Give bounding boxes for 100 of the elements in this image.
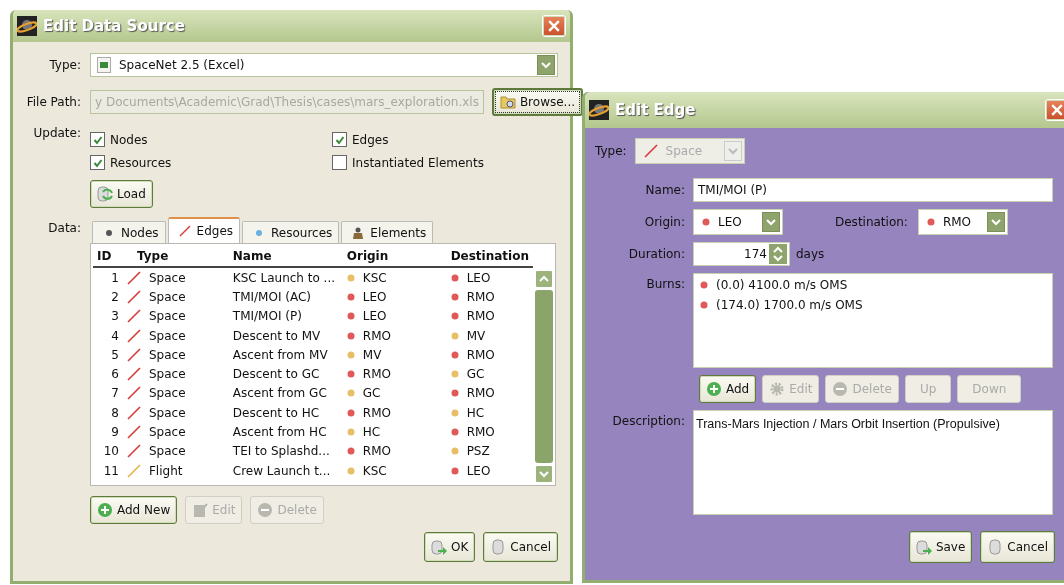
table-cell: RMO <box>362 405 391 420</box>
dialog-button[interactable]: Cancel <box>980 531 1055 563</box>
refresh-database-icon <box>97 186 113 202</box>
table-cell-text: Descent to HC <box>231 404 321 422</box>
table-cell: Space <box>148 347 186 362</box>
table-cell-text: 5 <box>110 346 120 364</box>
table-cell-text: 8 <box>110 404 120 422</box>
table-cell-text: TMI/MOI (AC) <box>231 288 312 306</box>
unit-label: days <box>796 247 825 261</box>
checkbox[interactable] <box>90 132 105 147</box>
checkbox[interactable] <box>332 132 347 147</box>
table-cell: KSC <box>362 463 387 478</box>
table-cell-text: Descent to GC <box>231 366 321 384</box>
table-cell: GC <box>466 367 485 382</box>
field-label: Origin: <box>643 215 685 229</box>
table-cell: RMO <box>466 425 495 439</box>
table-cell: LEO <box>466 463 491 478</box>
origin-dropdown[interactable]: LEO <box>693 209 783 235</box>
checkbox-label: Instantiated Elements <box>352 155 484 170</box>
field-label: Type: <box>595 144 627 158</box>
node-dot-icon <box>926 218 935 226</box>
list-item[interactable]: (0.0) 4100.0 m/s OMS <box>700 278 1046 292</box>
name-field[interactable]: TMI/MOI (P) <box>693 178 1053 202</box>
checkbox-label: Resources <box>110 155 172 170</box>
close-button[interactable] <box>542 15 566 37</box>
minus-icon <box>257 502 274 518</box>
checkbox[interactable] <box>90 155 105 170</box>
table-cell: RMO <box>362 444 391 459</box>
action-button[interactable]: Add <box>699 375 757 403</box>
field-label: Burns: <box>645 276 685 291</box>
database-icon <box>987 539 1004 555</box>
window-title: Edit Data Source <box>43 17 186 35</box>
table-cell: Flight <box>148 463 183 478</box>
type-dropdown[interactable]: SpaceNet 2.5 (Excel) <box>90 53 558 77</box>
duration-spinner[interactable]: 174 <box>693 242 790 266</box>
dialog-button[interactable]: OK <box>424 532 476 562</box>
minus-icon <box>832 381 849 397</box>
column-header: Origin <box>342 246 447 267</box>
table-cell: RMO <box>466 386 495 401</box>
table-cell: Space <box>148 309 186 324</box>
database-arrow-icon <box>915 539 932 555</box>
tab[interactable]: Resources <box>242 221 340 243</box>
table-cell-text: TEI to Splashd... <box>231 443 331 461</box>
table-cell-text: Ascent from HC <box>231 424 328 441</box>
folder-search-icon <box>499 94 516 110</box>
scroll-down-icon[interactable] <box>539 469 549 479</box>
tab[interactable]: Nodes <box>92 221 166 243</box>
table-cell: Space <box>148 270 186 285</box>
tab[interactable]: Elements <box>341 221 434 243</box>
table-cell: LEO <box>362 309 387 324</box>
table-cell: MV <box>466 328 486 343</box>
field-label: Description: <box>611 413 685 428</box>
table-cell-text: 3 <box>110 308 120 326</box>
field-label: Name: <box>644 183 685 197</box>
table-cell: RMO <box>362 328 391 343</box>
dialog-button[interactable]: Save <box>908 531 973 563</box>
close-button[interactable] <box>1045 99 1064 121</box>
table-cell: Space <box>148 444 186 459</box>
tab[interactable]: Edges <box>167 217 241 243</box>
table-cell: Space <box>148 386 186 401</box>
column-header: Destination <box>446 246 533 267</box>
line-icon <box>178 225 191 237</box>
list-item[interactable]: (174.0) 1700.0 m/s OMS <box>700 298 1046 312</box>
table-cell-text: Ascent from GC <box>231 385 328 403</box>
scroll-up-icon[interactable] <box>539 274 549 284</box>
table-cell-text: 11 <box>102 462 120 480</box>
table-cell: Space <box>148 289 186 304</box>
destination-dropdown[interactable]: RMO <box>917 209 1008 235</box>
table-cell-text: 9 <box>110 424 120 441</box>
table-cell-text: Ascent from MV <box>231 346 329 364</box>
database-arrow-icon <box>431 539 447 555</box>
table-cell: GC <box>362 386 381 401</box>
plus-icon <box>706 381 722 397</box>
description-field[interactable]: Trans-Mars Injection / Mars Orbit Insertion (Propulsive) <box>693 410 1053 515</box>
table-cell: Space <box>148 425 186 439</box>
database-icon <box>490 539 507 555</box>
dialog-button[interactable]: Cancel <box>483 532 558 562</box>
table-cell-text: Crew Launch t... <box>231 462 332 480</box>
node-dot-icon <box>700 281 708 289</box>
node-dot-icon <box>700 301 708 309</box>
field-label: Data: <box>47 220 81 235</box>
checkbox-label: Edges <box>352 132 389 147</box>
browse-button[interactable]: Browse... <box>491 88 584 116</box>
load-button[interactable]: Load <box>90 180 153 208</box>
table-cell-text: TMI/MOI (P) <box>231 308 303 326</box>
table-cell: KSC Launch to ... <box>228 267 343 288</box>
planet-icon <box>589 100 609 120</box>
pencil-icon <box>192 502 209 518</box>
column-header: Type <box>122 246 229 267</box>
action-button[interactable]: Add New <box>90 496 178 524</box>
window-title: Edit Edge <box>615 101 697 119</box>
table-cell: Space <box>148 405 186 420</box>
spreadsheet-icon <box>97 57 111 73</box>
table-cell: LEO <box>466 270 491 285</box>
table-cell: 1 <box>93 267 123 288</box>
checkbox[interactable] <box>332 155 347 170</box>
table-cell-text: Descent to MV <box>231 327 322 345</box>
table-cell-text: 6 <box>110 366 120 384</box>
table-cell-text: 7 <box>110 385 120 403</box>
column-header: Name <box>228 246 343 267</box>
